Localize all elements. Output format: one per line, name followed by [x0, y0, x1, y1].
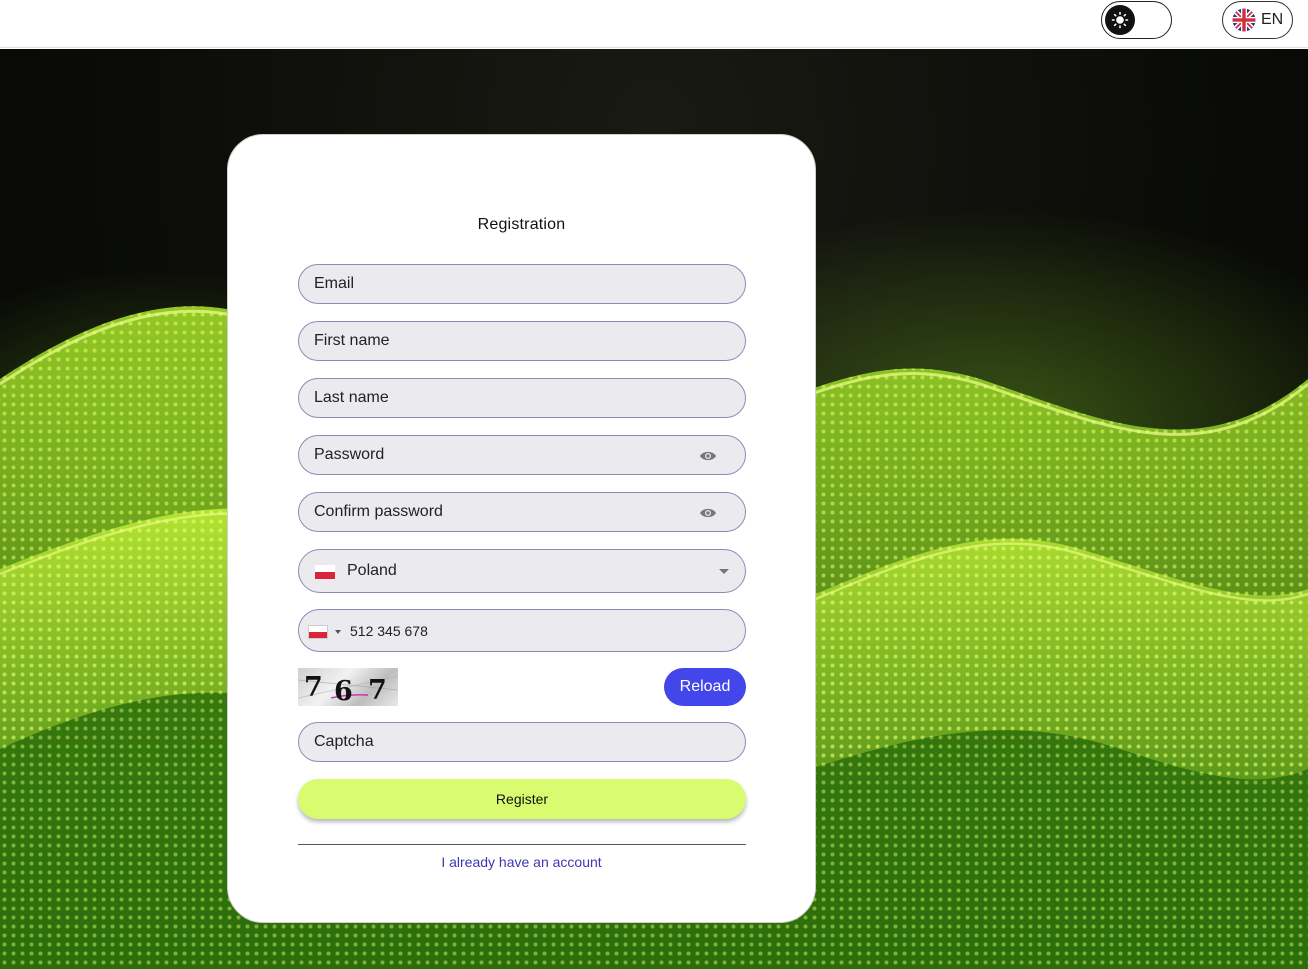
email-placeholder: Email — [314, 275, 355, 292]
uk-flag-icon — [1232, 8, 1256, 32]
captcha-digit: 7 — [368, 675, 387, 706]
captcha-digit: 6 — [334, 676, 353, 706]
theme-knob — [1105, 5, 1135, 35]
phone-value: 512 345 678 — [350, 623, 428, 639]
password-input[interactable]: Password — [298, 435, 746, 475]
form-title: Registration — [477, 216, 566, 233]
moon-icon — [1146, 11, 1164, 29]
captcha-digit: 7 — [304, 672, 323, 703]
language-code: EN — [1261, 11, 1284, 28]
country-value: Poland — [347, 562, 397, 579]
phone-input[interactable]: 512 345 678 — [298, 609, 746, 652]
poland-flag-icon[interactable] — [308, 625, 328, 639]
login-link[interactable]: I already have an account — [228, 854, 815, 870]
language-selector-button[interactable]: EN — [1222, 1, 1293, 39]
chevron-down-icon[interactable] — [335, 630, 341, 634]
sun-icon — [1111, 11, 1129, 29]
register-button[interactable]: Register — [298, 779, 746, 819]
divider — [298, 844, 746, 845]
captcha-image: 7 6 7 — [298, 668, 398, 706]
eye-icon[interactable] — [699, 448, 717, 464]
registration-card: Registration Email First name Last name … — [227, 134, 816, 923]
poland-flag-icon — [315, 565, 335, 579]
first-name-input[interactable]: First name — [298, 321, 746, 361]
confirm-password-input[interactable]: Confirm password — [298, 492, 746, 532]
last-name-placeholder: Last name — [314, 389, 389, 406]
eye-icon[interactable] — [699, 505, 717, 521]
reload-captcha-button[interactable]: Reload — [664, 668, 746, 706]
top-bar: EN — [0, 0, 1308, 48]
captcha-placeholder: Captcha — [314, 733, 374, 750]
confirm-password-placeholder: Confirm password — [314, 503, 443, 520]
last-name-input[interactable]: Last name — [298, 378, 746, 418]
password-placeholder: Password — [314, 446, 385, 463]
chevron-down-icon — [719, 569, 729, 574]
email-input[interactable]: Email — [298, 264, 746, 304]
theme-toggle[interactable] — [1101, 1, 1172, 39]
captcha-input[interactable]: Captcha — [298, 722, 746, 762]
first-name-placeholder: First name — [314, 332, 390, 349]
country-select[interactable]: Poland — [298, 549, 746, 593]
